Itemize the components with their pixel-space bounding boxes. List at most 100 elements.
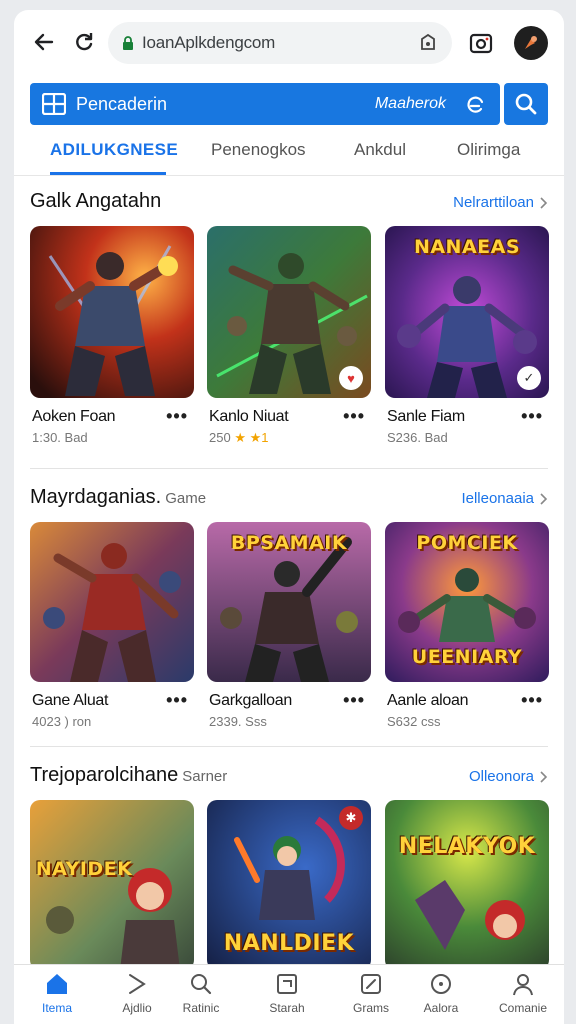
section-2-title: Mayrdaganias. Game	[30, 486, 206, 509]
rating-stars: ★ ★1	[234, 430, 269, 445]
game-card[interactable]: NANLDIEK ✱	[207, 800, 371, 970]
game-card[interactable]: Aoken Foan ••• 1:30. Bad	[30, 226, 194, 445]
browser-toolbar: IoanAplkdengcom	[14, 10, 564, 78]
nav-label: Itema	[41, 1001, 72, 1015]
tab-0[interactable]: ADILUKGNESE	[50, 140, 178, 160]
avatar-glyph-icon	[525, 36, 537, 49]
game-thumbnail[interactable]: NANAEAS ✓	[385, 226, 549, 398]
nav-item-aalora[interactable]: Aalora	[406, 971, 476, 1015]
game-meta: 2339. Sss	[209, 714, 267, 729]
edit-icon	[361, 974, 381, 994]
section-1: Galk Angatahn Nelrarttiloan Aoken Foan •…	[14, 186, 564, 476]
more-options-icon[interactable]: •••	[521, 406, 543, 427]
game-banner: POMCIEK	[416, 532, 518, 554]
refresh-icon[interactable]	[464, 93, 486, 115]
back-icon[interactable]	[30, 28, 58, 56]
game-meta-text: 250	[209, 430, 231, 445]
more-options-icon[interactable]: •••	[521, 690, 543, 711]
game-card[interactable]: BPSAMAIK Garkgalloan ••• 2339. Sss	[207, 522, 371, 729]
nav-label: Comanie	[498, 1001, 548, 1015]
nav-label: Aalora	[423, 1001, 459, 1015]
compass-icon	[431, 974, 451, 994]
nav-label: Starah	[269, 1001, 305, 1015]
game-meta: S236. Bad	[387, 430, 448, 445]
game-card[interactable]: Gane Aluat ••• 4023 ) ron	[30, 522, 194, 729]
nav-item-starah[interactable]: Starah	[252, 971, 322, 1015]
game-thumbnail[interactable]: NELAKYOK	[385, 800, 549, 970]
nav-item-ratinic[interactable]: Ratinic	[166, 971, 236, 1015]
home-icon	[47, 974, 67, 994]
game-thumbnail[interactable]	[30, 522, 194, 682]
profile-avatar[interactable]	[514, 26, 548, 60]
section-3-title: Trejoparolcihane Sarner	[30, 764, 227, 787]
section-divider	[30, 468, 548, 469]
reload-icon[interactable]	[70, 28, 98, 56]
game-meta: S632 css	[387, 714, 441, 729]
chevron-right-icon	[540, 770, 548, 783]
lock-icon	[123, 36, 133, 50]
nav-item-home[interactable]: Itema	[22, 971, 92, 1015]
game-thumbnail[interactable]: NANLDIEK ✱	[207, 800, 371, 970]
nav-label: Grams	[353, 1001, 389, 1015]
tab-1[interactable]: Penenogkos	[211, 140, 306, 160]
nav-item-ajdlio[interactable]: Ajdlio	[102, 971, 172, 1015]
camera-icon[interactable]	[468, 30, 494, 56]
game-name: Kanlo Niuat	[209, 408, 289, 425]
section-1-title: Galk Angatahn	[30, 190, 161, 213]
address-bar[interactable]: IoanAplkdengcom	[108, 22, 452, 64]
game-name: Aoken Foan	[32, 408, 116, 425]
url-text: IoanAplkdengcom	[142, 33, 276, 52]
game-thumbnail[interactable]: NAYIDEK	[30, 800, 194, 970]
game-name: Aanle aloan	[387, 692, 469, 709]
game-card[interactable]: NANAEAS ✓ Sanle Fiam ••• S236. Bad	[385, 226, 549, 445]
search-right-text: Maaherok	[374, 95, 446, 112]
game-name: Sanle Fiam	[387, 408, 465, 425]
nav-item-grams[interactable]: Grams	[336, 971, 406, 1015]
person-icon	[513, 974, 533, 996]
game-thumbnail[interactable]: BPSAMAIK	[207, 522, 371, 682]
section-3-title-text: Trejoparolcihane	[30, 764, 179, 786]
section-3-link-text: Olleonora	[468, 768, 534, 785]
section-2-link-text: Ielleonaaia	[461, 490, 534, 507]
section-1-see-all[interactable]: Nelrarttiloan	[453, 194, 548, 211]
favorite-badge-icon[interactable]: ♥	[339, 366, 363, 390]
nav-label: Ajdlio	[122, 1001, 152, 1015]
game-thumbnail[interactable]: POMCIEK UEENIARY	[385, 522, 549, 682]
nav-item-comanie[interactable]: Comanie	[488, 971, 558, 1015]
tab-3[interactable]: Olirimga	[457, 140, 520, 160]
category-tabs: ADILUKGNESE Penenogkos Ankdul Olirimga	[14, 132, 564, 176]
game-thumbnail[interactable]	[30, 226, 194, 398]
more-options-icon[interactable]: •••	[343, 406, 365, 427]
game-card[interactable]: POMCIEK UEENIARY Aanle aloan ••• S632 cs…	[385, 522, 549, 729]
square-icon	[277, 974, 297, 994]
active-tab-indicator	[50, 172, 166, 175]
game-card[interactable]: NELAKYOK	[385, 800, 549, 970]
section-3-see-all[interactable]: Olleonora	[469, 768, 548, 785]
more-options-icon[interactable]: •••	[343, 690, 365, 711]
section-2-see-all[interactable]: Ielleonaaia	[461, 490, 548, 507]
verified-badge-icon[interactable]: ✓	[517, 366, 541, 390]
chevron-right-icon	[540, 492, 548, 505]
game-card[interactable]: ♥ Kanlo Niuat ••• 250 ★ ★1	[207, 226, 371, 445]
nav-label: Ratinic	[182, 1001, 220, 1015]
site-info-icon[interactable]	[418, 33, 438, 53]
app-frame: IoanAplkdengcom Pencaderin Maaherok ADIL…	[14, 10, 564, 1024]
search-icon	[515, 93, 537, 115]
game-thumbnail[interactable]: ♥	[207, 226, 371, 398]
section-2-subtitle: Game	[165, 490, 207, 507]
game-name: Garkgalloan	[209, 692, 292, 709]
search-placeholder: Pencaderin	[76, 93, 168, 114]
ad-badge-icon: ✱	[339, 806, 363, 830]
game-meta: 250 ★ ★1	[209, 430, 268, 446]
more-options-icon[interactable]: •••	[166, 690, 188, 711]
more-options-icon[interactable]: •••	[166, 406, 188, 427]
search-bar[interactable]: Pencaderin Maaherok	[30, 83, 500, 125]
bottom-navigation: Itema Ajdlio Ratinic Starah Grams Aalora…	[14, 964, 564, 1024]
game-banner-bottom: UEENIARY	[411, 646, 523, 668]
game-banner: NAYIDEK	[35, 858, 133, 880]
search-button[interactable]	[504, 83, 548, 125]
section-1-title-text: Galk Angatahn	[30, 190, 162, 212]
tab-2[interactable]: Ankdul	[354, 140, 406, 160]
chevron-right-icon	[540, 196, 548, 209]
game-card[interactable]: NAYIDEK	[30, 800, 194, 970]
